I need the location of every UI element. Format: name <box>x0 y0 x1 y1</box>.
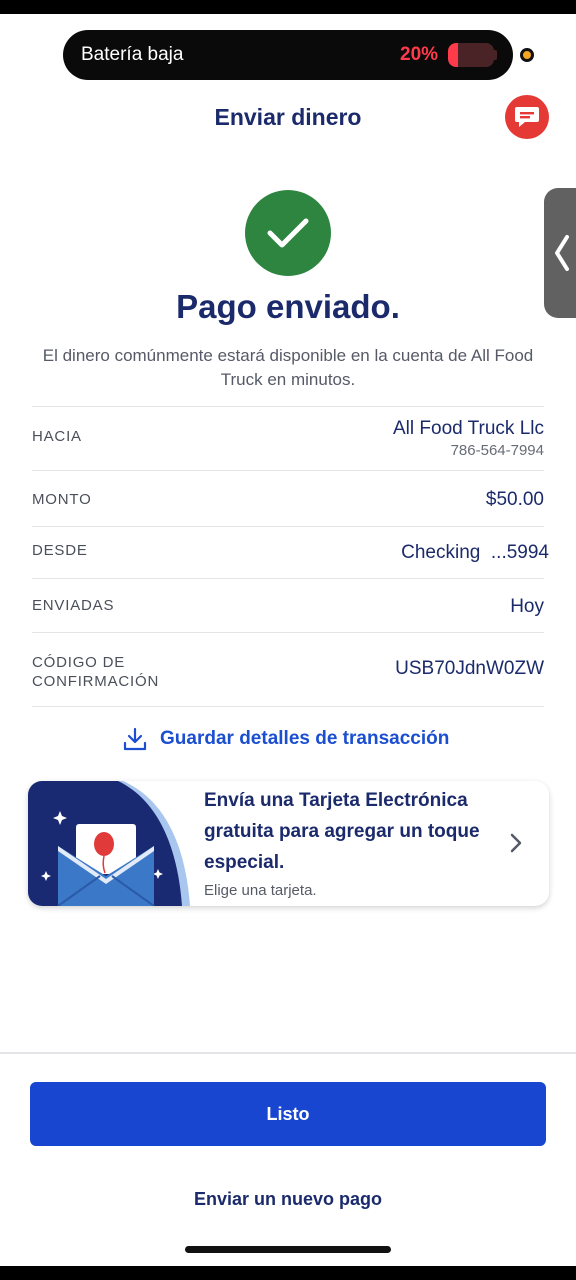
battery-percent: 20% <box>400 44 439 65</box>
battery-label: Batería baja <box>81 44 184 65</box>
page-title: Enviar dinero <box>214 104 362 130</box>
promo-subtitle: Elige una tarjeta. <box>204 882 317 899</box>
detail-label: CÓDIGO DE CONFIRMACIÓN <box>32 654 160 690</box>
download-icon <box>123 727 147 751</box>
success-check <box>245 190 331 276</box>
success-title: Pago enviado. <box>176 288 400 325</box>
done-button[interactable]: Listo <box>30 1082 546 1146</box>
transaction-details: HACIA All Food Truck Llc 786-564-7994 MO… <box>32 406 549 707</box>
detail-row-to: HACIA All Food Truck Llc 786-564-7994 <box>32 406 544 470</box>
envelope-balloon-illustration <box>28 781 190 906</box>
camera-indicator-icon <box>520 48 534 62</box>
footer-divider <box>0 1052 576 1054</box>
chevron-left-icon <box>555 235 569 271</box>
confirmation-code: USB70JdnW0ZW <box>395 658 544 679</box>
battery-tip <box>494 50 497 60</box>
home-indicator[interactable] <box>185 1246 391 1253</box>
recipient-phone: 786-564-7994 <box>450 442 544 459</box>
top-edge <box>0 0 576 14</box>
detail-row-confirmation: CÓDIGO DE CONFIRMACIÓN USB70JdnW0ZW <box>32 632 544 706</box>
bottom-edge <box>0 1266 576 1280</box>
ecard-promo-card[interactable]: Envía una Tarjeta Electrónica gratuita p… <box>28 781 549 906</box>
detail-label: MONTO <box>32 491 92 508</box>
save-transaction-details-link[interactable]: Guardar detalles de transacción <box>122 724 449 754</box>
chat-button[interactable] <box>505 95 549 139</box>
battery-icon <box>448 43 494 67</box>
detail-label: ENVIADAS <box>32 597 115 614</box>
details-bottom-divider <box>32 706 544 707</box>
checkmark-icon <box>267 218 309 248</box>
success-message: El dinero comúnmente estará disponible e… <box>42 346 534 389</box>
save-link-label: Guardar detalles de transacción <box>160 728 450 749</box>
detail-label: DESDE <box>32 542 88 559</box>
amount-value: $50.00 <box>485 489 544 510</box>
sent-date: Hoy <box>510 596 544 617</box>
promo-title: Envía una Tarjeta Electrónica gratuita p… <box>204 790 480 873</box>
battery-fill <box>448 43 458 67</box>
detail-row-amount: MONTO $50.00 <box>32 470 544 526</box>
detail-row-sent: ENVIADAS Hoy <box>32 578 544 632</box>
detail-label: HACIA <box>32 428 82 445</box>
recipient-name: All Food Truck Llc <box>393 418 544 439</box>
detail-row-from: DESDE Checking ...5994 <box>32 526 549 578</box>
from-account: Checking ...5994 <box>401 542 549 563</box>
send-new-payment-link[interactable]: Enviar un nuevo pago <box>0 1189 576 1210</box>
chevron-right-icon <box>510 833 522 853</box>
chat-bubble-icon <box>515 107 539 127</box>
low-battery-alert: Batería baja 20% <box>63 30 513 80</box>
